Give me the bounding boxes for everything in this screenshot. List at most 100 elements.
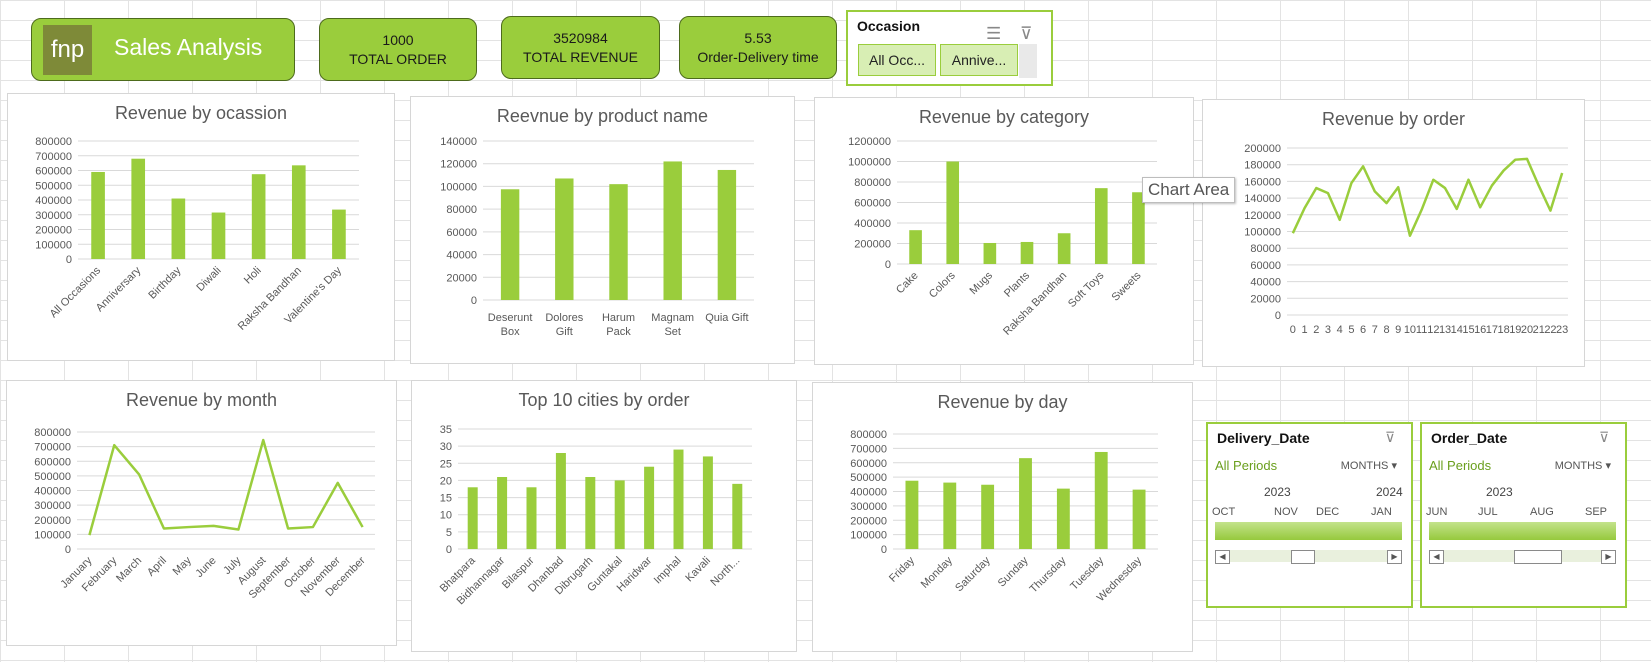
clear-filter-icon[interactable]: ⊽	[1599, 429, 1609, 446]
chart-revenue-by-product[interactable]: Reevnue by product name 0 20000 40000 60000 8…	[410, 96, 795, 364]
bar[interactable]	[717, 169, 737, 300]
time-level-label: MONTHS	[1554, 460, 1603, 472]
y-tick-label: 80000	[1250, 243, 1281, 255]
y-tick-label: 20000	[1250, 293, 1281, 305]
bar[interactable]	[732, 483, 743, 549]
chart-top-cities[interactable]: Top 10 cities by order 0 5 10 15 20 25 30 35 Bhat…	[411, 380, 797, 652]
chart-revenue-by-order[interactable]: Revenue by order 0 20000 40000 60000 80000 100…	[1202, 99, 1585, 367]
timeline-month[interactable]: JUN	[1426, 506, 1447, 518]
x-tick-label: 4	[1337, 324, 1343, 336]
y-tick-label: 500000	[35, 180, 72, 192]
chart-revenue-by-occasion[interactable]: Revenue by ocassion 0 100000 200000 300000 40…	[7, 93, 395, 361]
scroll-thumb[interactable]	[1514, 550, 1562, 564]
bar[interactable]	[644, 466, 655, 549]
scroll-left-icon[interactable]: ◀	[1215, 550, 1230, 564]
bar[interactable]	[91, 171, 105, 259]
slicer-scrollbar[interactable]	[1019, 44, 1037, 78]
all-periods-label[interactable]: All Periods	[1429, 458, 1491, 473]
bar[interactable]	[1056, 488, 1070, 549]
timeline-month[interactable]: AUG	[1530, 506, 1554, 518]
bar[interactable]	[332, 209, 346, 259]
bar[interactable]	[983, 242, 997, 264]
bar[interactable]	[555, 453, 566, 549]
order-date-timeline[interactable]: Order_Date ⊽ All Periods MONTHS ▾ 2023 J…	[1420, 422, 1627, 608]
x-tick-label: 8	[1383, 324, 1389, 336]
series-line[interactable]	[88, 438, 364, 536]
bar[interactable]	[500, 189, 520, 300]
kpi-delivery-time: 5.53 Order-Delivery time	[679, 16, 837, 79]
bar[interactable]	[526, 487, 537, 549]
slicer-item-anniversary[interactable]: Annive...	[940, 44, 1018, 76]
bar[interactable]	[467, 487, 478, 549]
bar[interactable]	[251, 174, 266, 259]
scroll-right-icon[interactable]: ▶	[1387, 550, 1402, 564]
time-level-dropdown[interactable]: MONTHS ▾	[1341, 459, 1397, 472]
bar[interactable]	[171, 198, 186, 259]
y-tick-label: 800000	[854, 177, 891, 189]
x-tick-label: Sweets	[1110, 269, 1144, 303]
slicer-item-all-occasions[interactable]: All Occ...	[858, 44, 936, 76]
bar[interactable]	[943, 482, 957, 549]
chart-revenue-by-month[interactable]: Revenue by month 0 100000 200000 300000 40000…	[6, 380, 397, 646]
bar[interactable]	[609, 184, 628, 300]
x-tick-label: Diwali	[194, 265, 223, 294]
scroll-left-icon[interactable]: ◀	[1429, 550, 1444, 564]
x-tick-label: 14	[1451, 324, 1463, 336]
bar[interactable]	[663, 161, 682, 300]
bar[interactable]	[1132, 489, 1146, 549]
y-tick-label: 40000	[1250, 277, 1281, 289]
bar[interactable]	[131, 158, 146, 259]
occasion-slicer[interactable]: Occasion ☰ ⊽ All Occ... Annive...	[846, 10, 1053, 86]
multi-select-icon[interactable]: ☰	[986, 24, 1001, 44]
time-level-dropdown[interactable]: MONTHS ▾	[1555, 459, 1611, 472]
chart-svg: Revenue by order020000400006000080000100…	[1244, 109, 1568, 336]
y-tick-label: 140000	[1244, 193, 1281, 205]
bar[interactable]	[946, 161, 960, 265]
clear-filter-icon[interactable]: ⊽	[1385, 429, 1395, 446]
series-line[interactable]	[1291, 157, 1564, 237]
bar[interactable]	[702, 456, 713, 549]
bar[interactable]	[614, 480, 625, 549]
bar[interactable]	[1057, 233, 1071, 264]
x-tick-label: 5	[1348, 324, 1354, 336]
y-tick-label: 800000	[850, 429, 887, 441]
bar[interactable]	[291, 165, 306, 259]
scroll-thumb[interactable]	[1291, 550, 1315, 564]
timeline-month[interactable]: DEC	[1316, 506, 1339, 518]
timeline-selection-bar[interactable]	[1215, 522, 1402, 540]
bar[interactable]	[497, 477, 508, 549]
bar[interactable]	[1094, 451, 1108, 549]
bar[interactable]	[905, 480, 919, 549]
bar[interactable]	[1132, 192, 1145, 264]
bar[interactable]	[909, 230, 922, 264]
x-tick-label: 9	[1395, 324, 1401, 336]
bar[interactable]	[1020, 241, 1034, 264]
chart-revenue-by-day[interactable]: Revenue by day 0 100000 200000 300000 400000 5…	[812, 382, 1193, 652]
bar[interactable]	[585, 477, 596, 549]
all-periods-label[interactable]: All Periods	[1215, 458, 1277, 473]
delivery-date-timeline[interactable]: Delivery_Date ⊽ All Periods MONTHS ▾ 202…	[1206, 422, 1413, 608]
bar[interactable]	[1094, 188, 1108, 264]
x-tick-label: All Occasions	[48, 264, 104, 320]
y-tick-label: 100000	[34, 529, 71, 541]
bar[interactable]	[1019, 458, 1032, 549]
bar[interactable]	[981, 484, 995, 549]
chart-title: Revenue by month	[126, 390, 277, 410]
chart-revenue-by-category[interactable]: Revenue by category 0 200000 400000 600000 80…	[814, 97, 1194, 365]
timeline-year: 2023	[1486, 485, 1513, 499]
scroll-right-icon[interactable]: ▶	[1601, 550, 1616, 564]
timeline-month[interactable]: SEP	[1585, 506, 1607, 518]
x-tick-label: Plants	[1002, 269, 1032, 299]
bar[interactable]	[211, 212, 226, 259]
timeline-month[interactable]: OCT	[1212, 506, 1235, 518]
timeline-month[interactable]: NOV	[1274, 506, 1298, 518]
clear-filter-icon[interactable]: ⊽	[1020, 24, 1032, 44]
timeline-month[interactable]: JUL	[1478, 506, 1498, 518]
x-tick-label: 1	[1302, 324, 1308, 336]
bar[interactable]	[555, 178, 574, 300]
y-tick-label: 180000	[1244, 160, 1281, 172]
chart-area-tooltip: Chart Area	[1142, 177, 1236, 203]
bar[interactable]	[673, 449, 684, 549]
timeline-month[interactable]: JAN	[1371, 506, 1392, 518]
timeline-selection-bar[interactable]	[1429, 522, 1616, 540]
